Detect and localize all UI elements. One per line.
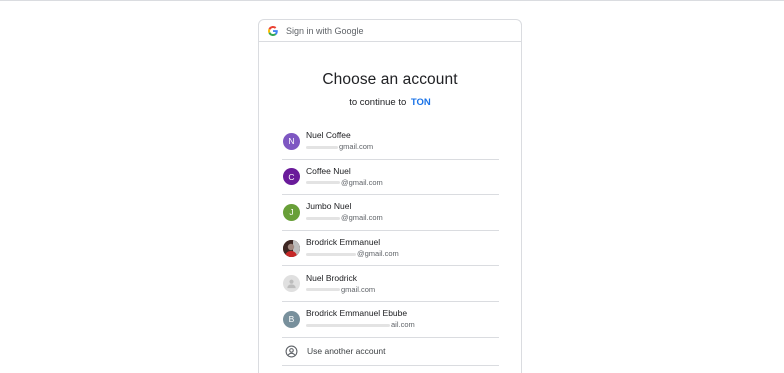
account-name: Nuel Coffee xyxy=(306,130,351,141)
account-email: @gmail.com xyxy=(306,213,383,223)
account-name: Jumbo Nuel xyxy=(306,201,352,212)
card-header: Sign in with Google xyxy=(259,20,521,42)
header-title: Sign in with Google xyxy=(286,25,364,36)
avatar: C xyxy=(283,168,300,186)
avatar: B xyxy=(283,310,300,328)
account-name: Brodrick Emmanuel Ebube xyxy=(306,308,408,319)
account-email: ail.com xyxy=(306,320,415,330)
account-circle-icon xyxy=(285,345,298,358)
default-person-icon xyxy=(287,279,296,289)
account-item[interactable]: B Brodrick Emmanuel Ebube ail.com xyxy=(282,302,499,338)
account-email: gmail.com xyxy=(306,142,373,152)
profile-photo-icon xyxy=(283,239,300,257)
account-item[interactable]: J Jumbo Nuel @gmail.com xyxy=(282,195,499,231)
sign-in-card: Sign in with Google Choose an account to… xyxy=(258,19,522,373)
avatar: N xyxy=(283,132,300,150)
use-another-account-label: Use another account xyxy=(307,346,386,357)
default-avatar xyxy=(283,275,300,293)
account-name: Brodrick Emmanuel xyxy=(306,237,381,248)
avatar: J xyxy=(283,203,300,221)
profile-photo-avatar xyxy=(283,239,300,257)
subtitle-prefix: to continue to xyxy=(349,97,407,108)
account-item[interactable]: N Nuel Coffee gmail.com xyxy=(282,124,499,160)
use-another-account-button[interactable]: Use another account xyxy=(282,338,499,366)
account-email: gmail.com xyxy=(306,285,375,295)
account-name: Coffee Nuel xyxy=(306,165,351,176)
account-item[interactable]: C Coffee Nuel @gmail.com xyxy=(282,160,499,196)
top-divider xyxy=(0,0,784,1)
google-g-icon xyxy=(268,25,278,36)
account-email: @gmail.com xyxy=(306,178,383,188)
page-subtitle: to continue to TON xyxy=(259,97,521,108)
account-name: Nuel Brodrick xyxy=(306,272,358,283)
account-email: @gmail.com xyxy=(306,249,399,259)
app-name-link[interactable]: TON xyxy=(411,97,431,108)
account-list: N Nuel Coffee gmail.com C Coffee Nuel @g… xyxy=(282,124,499,366)
account-item[interactable]: Nuel Brodrick gmail.com xyxy=(282,266,499,302)
page-title: Choose an account xyxy=(322,71,458,88)
account-item[interactable]: Brodrick Emmanuel @gmail.com xyxy=(282,231,499,267)
